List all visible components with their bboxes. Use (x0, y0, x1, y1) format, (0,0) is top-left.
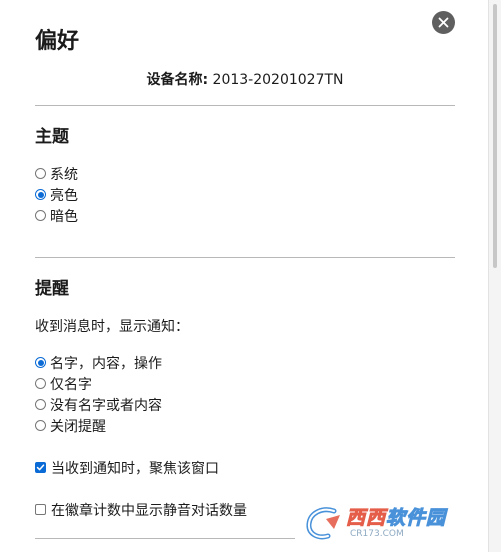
notify-option-label: 名字，内容，操作 (50, 355, 162, 372)
notify-option-label: 关闭提醒 (50, 418, 106, 435)
preferences-dialog: 偏好 设备名称: 2013-20201027TN 主题 系统 亮色 暗色 提醒 … (0, 0, 488, 552)
notify-option-name-only[interactable]: 仅名字 (35, 373, 92, 394)
notify-radio-name-content-actions[interactable] (35, 357, 46, 368)
theme-option-label: 亮色 (50, 187, 78, 204)
notifications-description: 收到消息时，显示通知： (35, 319, 189, 335)
focus-window-checkbox[interactable] (35, 462, 46, 473)
badge-muted-checkbox[interactable] (35, 504, 46, 515)
divider (35, 105, 455, 106)
scrollbar[interactable] (488, 0, 501, 552)
theme-option-light[interactable]: 亮色 (35, 184, 78, 205)
notifications-heading: 提醒 (35, 279, 69, 299)
watermark: 西西软件园 CR173.COM (304, 502, 488, 544)
dialog-title: 偏好 (35, 29, 80, 54)
theme-option-system[interactable]: 系统 (35, 163, 78, 184)
theme-option-dark[interactable]: 暗色 (35, 205, 78, 226)
theme-radio-dark[interactable] (35, 210, 46, 221)
focus-window-option[interactable]: 当收到通知时，聚焦该窗口 (35, 457, 219, 478)
theme-option-label: 暗色 (50, 208, 78, 225)
focus-window-label: 当收到通知时，聚焦该窗口 (51, 460, 219, 477)
device-name-value: 2013-20201027TN (212, 72, 344, 88)
checkmark-icon (36, 464, 45, 471)
badge-muted-option[interactable]: 在徽章计数中显示静音对话数量 (35, 499, 247, 520)
close-icon (438, 17, 449, 28)
notify-option-no-name-or-content[interactable]: 没有名字或者内容 (35, 394, 162, 415)
watermark-url: CR173.COM (350, 528, 404, 539)
badge-muted-label: 在徽章计数中显示静音对话数量 (51, 502, 247, 519)
notify-option-label: 仅名字 (50, 376, 92, 393)
notify-option-label: 没有名字或者内容 (50, 397, 162, 414)
watermark-logo-icon (304, 505, 344, 541)
watermark-brand-b: 软件园 (386, 506, 447, 529)
scrollbar-thumb[interactable] (493, 4, 497, 268)
notify-radio-no-name-or-content[interactable] (35, 399, 46, 410)
device-name-label: 设备名称: (146, 72, 209, 88)
notify-radio-off[interactable] (35, 420, 46, 431)
watermark-brand-a: 西西 (345, 506, 387, 529)
device-name-row: 设备名称: 2013-20201027TN (35, 70, 455, 90)
divider (35, 538, 295, 539)
divider (35, 257, 455, 258)
notify-option-name-content-actions[interactable]: 名字，内容，操作 (35, 352, 162, 373)
theme-radio-light[interactable] (35, 189, 46, 200)
notify-option-off[interactable]: 关闭提醒 (35, 415, 106, 436)
theme-radio-system[interactable] (35, 168, 46, 179)
close-button[interactable] (432, 11, 455, 34)
notify-radio-name-only[interactable] (35, 378, 46, 389)
theme-heading: 主题 (35, 127, 69, 147)
theme-option-label: 系统 (50, 166, 78, 183)
